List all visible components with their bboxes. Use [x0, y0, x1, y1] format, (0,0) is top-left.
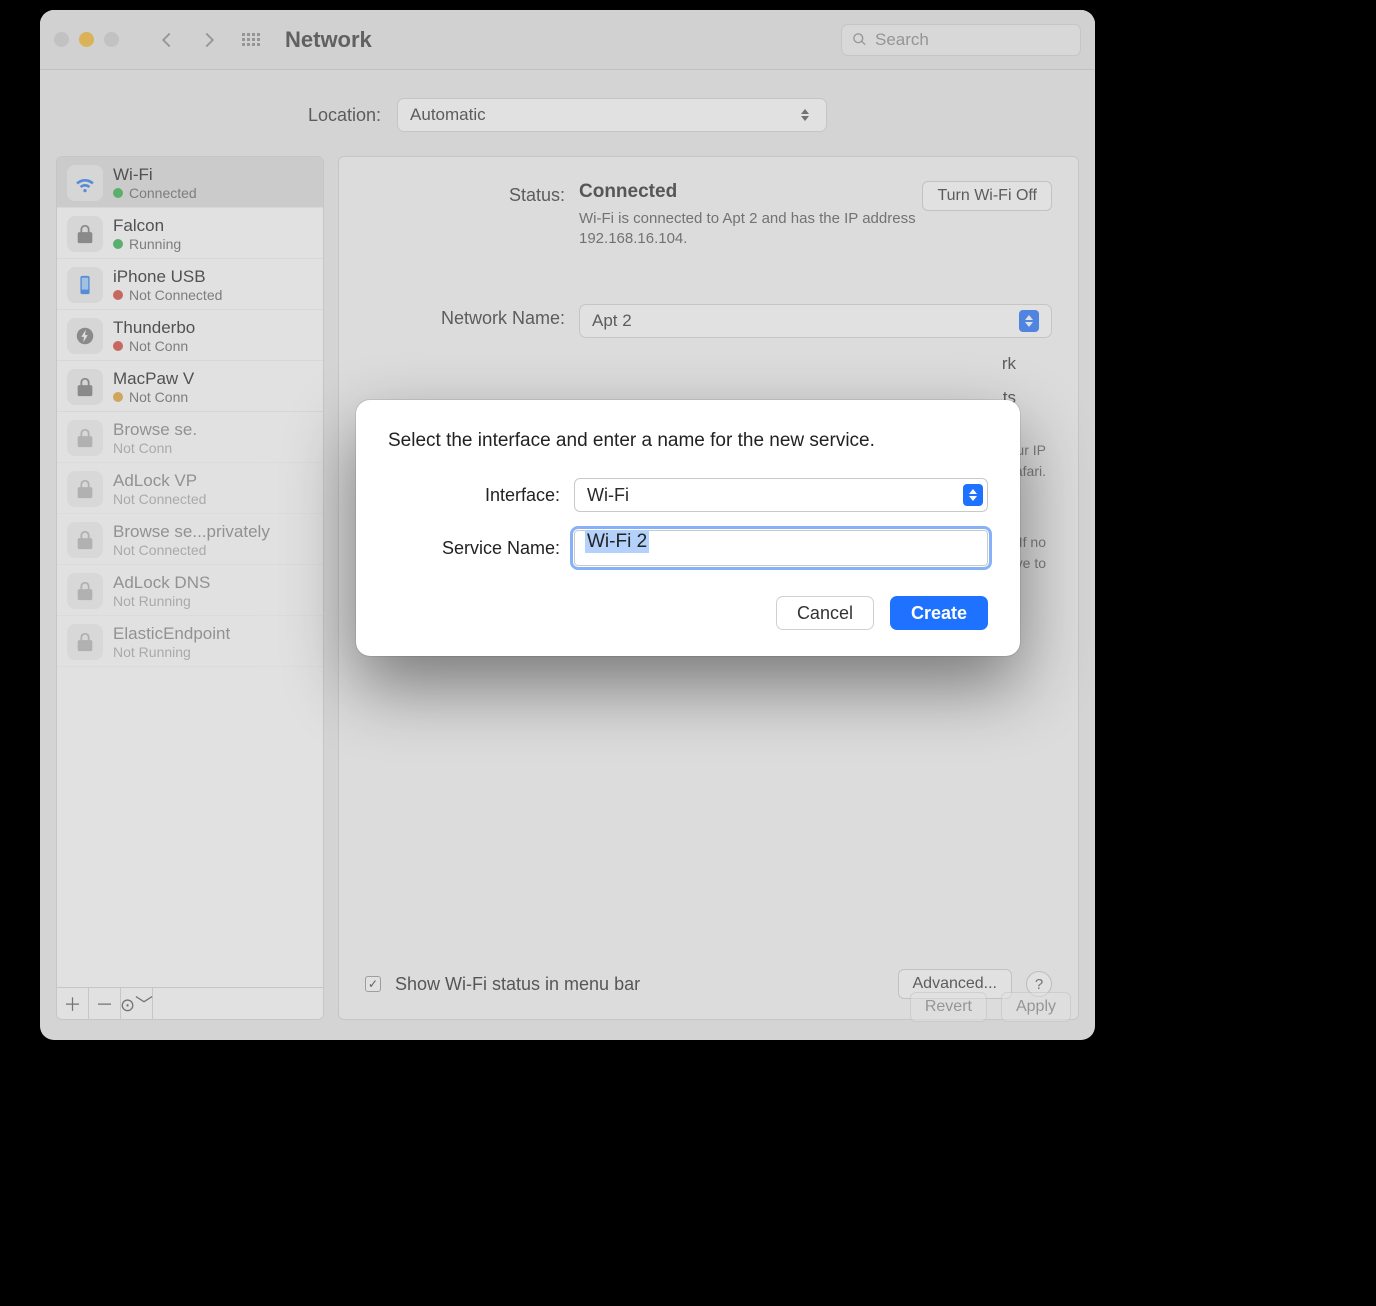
select-stepper-icon	[796, 104, 814, 126]
interface-select[interactable]: Wi-Fi	[574, 478, 988, 512]
service-status: Not Running	[113, 593, 210, 609]
revert-button[interactable]: Revert	[910, 992, 987, 1022]
service-name-input[interactable]: Wi-Fi 2	[574, 530, 988, 566]
lock-icon	[67, 369, 103, 405]
create-button[interactable]: Create	[890, 596, 988, 630]
service-name: MacPaw V	[113, 369, 194, 389]
apply-button[interactable]: Apply	[1001, 992, 1071, 1022]
sidebar-service-item[interactable]: ElasticEndpointNot Running	[57, 616, 323, 667]
service-name: iPhone USB	[113, 267, 222, 287]
service-name: AdLock DNS	[113, 573, 210, 593]
sidebar-service-item[interactable]: FalconRunning	[57, 208, 323, 259]
service-status: Not Conn	[113, 338, 195, 354]
minimize-window-button[interactable]	[79, 32, 94, 47]
phone-icon	[67, 267, 103, 303]
lock-icon	[67, 420, 103, 456]
cancel-button[interactable]: Cancel	[776, 596, 874, 630]
sidebar-footer: ＋ － ⊙﹀	[57, 987, 323, 1019]
service-name: Thunderbo	[113, 318, 195, 338]
network-name-value: Apt 2	[592, 311, 632, 331]
sidebar-service-item[interactable]: AdLock VPNot Connected	[57, 463, 323, 514]
sidebar-service-item[interactable]: iPhone USBNot Connected	[57, 259, 323, 310]
location-label: Location:	[308, 105, 381, 126]
traffic-lights	[54, 32, 139, 47]
thunderbolt-icon	[67, 318, 103, 354]
service-name: ElasticEndpoint	[113, 624, 230, 644]
location-value: Automatic	[410, 105, 486, 125]
close-window-button[interactable]	[54, 32, 69, 47]
lock-icon	[67, 522, 103, 558]
service-status: Not Running	[113, 644, 230, 660]
lock-icon	[67, 624, 103, 660]
service-name: Wi-Fi	[113, 165, 197, 185]
sidebar-service-item[interactable]: AdLock DNSNot Running	[57, 565, 323, 616]
sidebar-service-item[interactable]: MacPaw VNot Conn	[57, 361, 323, 412]
lock-icon	[67, 573, 103, 609]
wifi-icon	[67, 165, 103, 201]
service-name: Falcon	[113, 216, 181, 236]
status-description: Wi-Fi is connected to Apt 2 and has the …	[579, 209, 939, 250]
interface-label: Interface:	[388, 485, 560, 506]
services-sidebar: Wi-FiConnectedFalconRunningiPhone USBNot…	[56, 156, 324, 1020]
zoom-window-button[interactable]	[104, 32, 119, 47]
service-status: Not Connected	[113, 287, 222, 303]
search-field[interactable]: Search	[841, 24, 1081, 56]
remove-service-button[interactable]: －	[89, 988, 121, 1019]
service-name-value: Wi-Fi 2	[585, 530, 649, 553]
service-status: Connected	[113, 185, 197, 201]
service-name: Browse se...privately	[113, 522, 270, 542]
lock-icon	[67, 471, 103, 507]
sidebar-service-item[interactable]: Browse se...privatelyNot Connected	[57, 514, 323, 565]
location-row: Location: Automatic	[40, 70, 1095, 156]
network-name-select[interactable]: Apt 2	[579, 304, 1052, 338]
status-label: Status:	[365, 181, 565, 206]
service-status: Not Conn	[113, 389, 194, 405]
sidebar-service-item[interactable]: Wi-FiConnected	[57, 157, 323, 208]
window-title: Network	[285, 27, 372, 53]
lock-icon	[67, 216, 103, 252]
service-name: Browse se.	[113, 420, 197, 440]
service-name: AdLock VP	[113, 471, 206, 491]
back-button[interactable]	[153, 26, 181, 54]
location-select[interactable]: Automatic	[397, 98, 827, 132]
network-name-label: Network Name:	[365, 304, 565, 329]
select-stepper-icon	[1019, 310, 1039, 332]
interface-value: Wi-Fi	[587, 485, 629, 506]
service-status: Running	[113, 236, 181, 252]
show-all-prefs-button[interactable]	[237, 26, 265, 54]
service-status: Not Connected	[113, 491, 206, 507]
service-status: Not Conn	[113, 440, 197, 456]
service-status: Not Connected	[113, 542, 270, 558]
add-service-button[interactable]: ＋	[57, 988, 89, 1019]
service-name-label: Service Name:	[388, 538, 560, 559]
service-actions-button[interactable]: ⊙﹀	[121, 988, 153, 1019]
turn-wifi-off-button[interactable]: Turn Wi-Fi Off	[922, 181, 1052, 211]
show-menu-label: Show Wi-Fi status in menu bar	[395, 974, 640, 995]
window-toolbar: Network Search	[40, 10, 1095, 70]
sidebar-service-item[interactable]: ThunderboNot Conn	[57, 310, 323, 361]
window-action-buttons: Revert Apply	[910, 992, 1071, 1022]
new-service-sheet: Select the interface and enter a name fo…	[356, 400, 1020, 656]
show-menu-checkbox[interactable]: ✓	[365, 976, 381, 992]
search-placeholder: Search	[875, 30, 929, 50]
services-list[interactable]: Wi-FiConnectedFalconRunningiPhone USBNot…	[57, 157, 323, 987]
forward-button[interactable]	[195, 26, 223, 54]
sheet-prompt: Select the interface and enter a name fo…	[388, 430, 988, 452]
select-stepper-icon	[963, 484, 983, 506]
ask-join-fragment: rk	[579, 354, 1052, 374]
sidebar-service-item[interactable]: Browse se.Not Conn	[57, 412, 323, 463]
